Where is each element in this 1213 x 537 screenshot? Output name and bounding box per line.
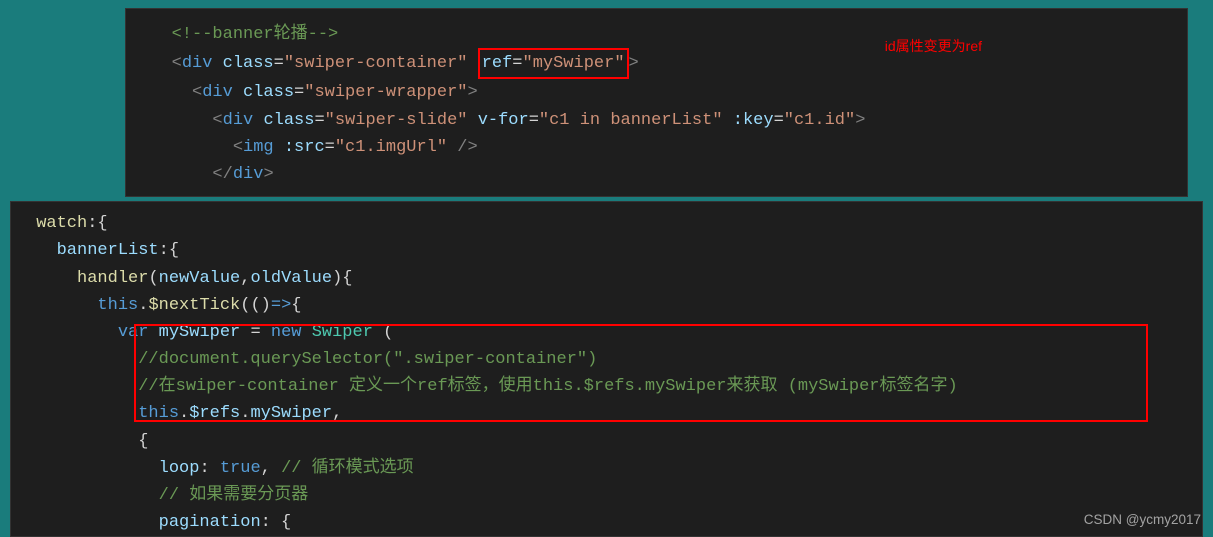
code-line: var mySwiper = new Swiper ( — [11, 319, 1202, 346]
ref-highlight-box: ref="mySwiper" — [478, 48, 629, 79]
watermark: CSDN @ycmy2017 — [1084, 509, 1201, 531]
code-line: //在swiper-container 定义一个ref标签，使用this.$re… — [11, 373, 1202, 400]
code-line: <img :src="c1.imgUrl" /> — [126, 134, 1187, 161]
code-line: <div class="swiper-slide" v-for="c1 in b… — [126, 107, 1187, 134]
code-line: // 如果需要分页器 — [11, 482, 1202, 509]
code-line: <!--banner轮播--> — [126, 21, 1187, 48]
code-line: loop: true, // 循环模式选项 — [11, 455, 1202, 482]
code-line: pagination: { — [11, 509, 1202, 536]
code-editor-bottom: watch:{ bannerList:{ handler(newValue,ol… — [10, 201, 1203, 537]
code-line: //document.querySelector(".swiper-contai… — [11, 346, 1202, 373]
code-line: { — [11, 428, 1202, 455]
code-line: this.$refs.mySwiper, — [11, 400, 1202, 427]
code-line: </div> — [126, 161, 1187, 188]
code-line: watch:{ — [11, 210, 1202, 237]
annotation-text: id属性变更为ref — [885, 35, 982, 57]
code-editor-top: id属性变更为ref <!--banner轮播--> <div class="s… — [125, 8, 1188, 197]
code-line: handler(newValue,oldValue){ — [11, 265, 1202, 292]
code-line: <div class="swiper-wrapper"> — [126, 79, 1187, 106]
code-line: bannerList:{ — [11, 237, 1202, 264]
code-line: <div class="swiper-container" ref="mySwi… — [126, 48, 1187, 79]
code-line: this.$nextTick(()=>{ — [11, 292, 1202, 319]
